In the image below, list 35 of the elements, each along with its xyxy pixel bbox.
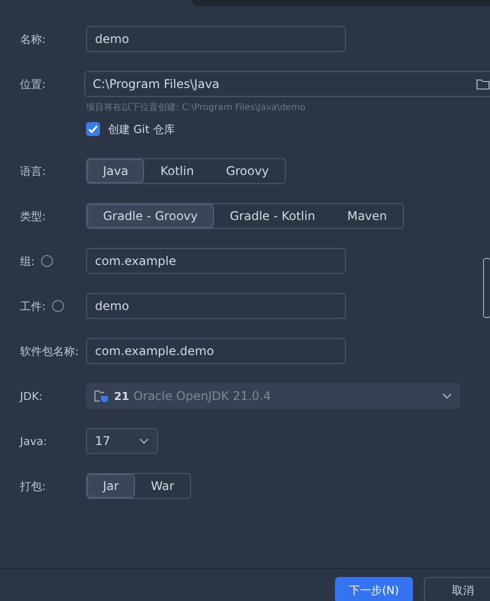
- field-label: 语言:: [20, 164, 47, 178]
- segment-option[interactable]: Gradle - Kotlin: [214, 204, 332, 228]
- folder-icon[interactable]: [476, 78, 490, 90]
- chevron-down-icon: [442, 393, 452, 399]
- segment-option[interactable]: War: [134, 474, 190, 498]
- field-label: Java:: [20, 434, 48, 448]
- package-field[interactable]: com.example.demo: [86, 338, 346, 364]
- field-label: 组:: [20, 254, 35, 268]
- field-label: 打包:: [20, 478, 47, 494]
- segment-option[interactable]: Jar: [87, 474, 135, 498]
- group-field[interactable]: com.example: [86, 248, 346, 274]
- java-version-dropdown[interactable]: 17: [86, 428, 158, 454]
- segment-option[interactable]: Java: [87, 159, 144, 183]
- jdk-dropdown[interactable]: 21 Oracle OpenJDK 21.0.4: [86, 383, 460, 409]
- segment-option[interactable]: Groovy: [210, 159, 285, 183]
- cancel-button[interactable]: 取消: [424, 577, 490, 601]
- field-label: 位置:: [20, 76, 47, 92]
- segment-option[interactable]: Maven: [331, 204, 404, 228]
- field-label: 软件包名称:: [20, 344, 80, 358]
- checkbox-label: 创建 Git 仓库: [108, 122, 175, 136]
- location-field[interactable]: C:\Program Files\Java: [84, 71, 490, 97]
- location-hint: 项目将在以下位置创建: C:\Program Files\Java\demo: [86, 102, 306, 115]
- chevron-down-icon: [139, 438, 149, 444]
- field-label: JDK:: [20, 390, 44, 402]
- next-button[interactable]: 下一步(N): [335, 577, 413, 601]
- field-label: 工件:: [20, 298, 46, 314]
- folder-cup-icon: [94, 389, 110, 403]
- scrollbar-thumb[interactable]: [483, 258, 490, 318]
- field-label: 名称:: [20, 32, 47, 46]
- git-checkbox[interactable]: [86, 122, 100, 136]
- segment-option[interactable]: Gradle - Groovy: [87, 204, 214, 228]
- field-label: 类型:: [20, 208, 47, 224]
- segment-option[interactable]: Kotlin: [144, 159, 210, 183]
- name-field[interactable]: demo: [86, 26, 346, 52]
- artifact-field[interactable]: demo: [86, 293, 346, 319]
